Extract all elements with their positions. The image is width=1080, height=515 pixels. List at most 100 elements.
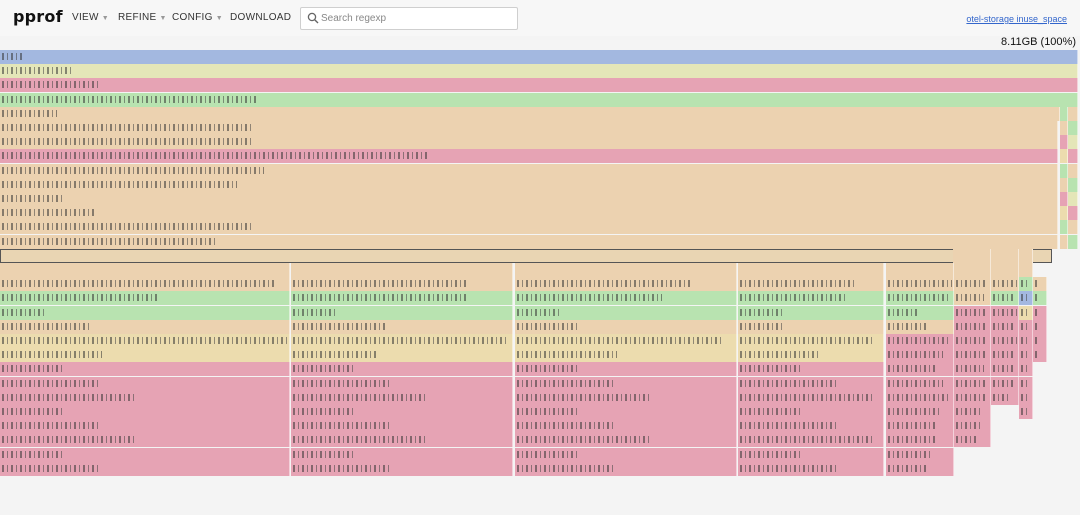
flame-frame[interactable]	[738, 390, 884, 405]
flame-frame[interactable]	[886, 291, 954, 306]
flame-frame[interactable]	[1068, 121, 1078, 135]
flame-frame[interactable]	[738, 277, 884, 292]
flame-frame[interactable]	[1068, 163, 1078, 178]
flame-frame[interactable]	[738, 405, 884, 419]
flame-frame[interactable]	[1033, 334, 1047, 348]
flame-frame[interactable]	[291, 334, 513, 348]
flame-frame[interactable]	[515, 376, 737, 391]
flame-frame[interactable]	[0, 149, 1058, 164]
flame-frame[interactable]	[738, 362, 884, 377]
flame-frame[interactable]	[0, 390, 290, 405]
flame-frame[interactable]	[954, 319, 991, 334]
view-menu[interactable]: VIEW ▼	[72, 12, 109, 23]
flame-frame[interactable]	[738, 348, 884, 363]
flame-frame[interactable]	[738, 291, 884, 306]
flame-frame[interactable]	[954, 390, 991, 405]
flame-frame[interactable]	[0, 419, 290, 434]
flame-frame[interactable]	[738, 419, 884, 434]
flame-frame[interactable]	[886, 433, 954, 448]
flame-frame[interactable]	[291, 419, 513, 434]
flame-frame[interactable]	[0, 319, 290, 334]
flame-frame[interactable]	[1068, 135, 1078, 150]
flame-frame[interactable]	[0, 348, 290, 363]
flame-frame[interactable]	[991, 305, 1019, 320]
flame-frame[interactable]	[0, 447, 290, 462]
flame-frame[interactable]	[1068, 177, 1078, 192]
flame-frame[interactable]	[0, 106, 1060, 121]
flame-frame[interactable]	[886, 277, 954, 292]
flame-frame[interactable]	[0, 433, 290, 448]
flame-frame[interactable]	[0, 206, 1058, 221]
flame-frame[interactable]	[515, 433, 737, 448]
flame-frame[interactable]	[1060, 121, 1068, 135]
refine-menu[interactable]: REFINE ▼	[118, 12, 167, 23]
flame-frame[interactable]	[0, 220, 1058, 235]
flame-frame[interactable]	[0, 376, 290, 391]
flame-frame[interactable]	[991, 376, 1019, 391]
profile-link[interactable]: otel-storage inuse_space	[966, 14, 1067, 24]
flame-frame[interactable]	[954, 348, 991, 363]
flame-frame[interactable]	[1033, 305, 1047, 320]
flame-frame[interactable]	[291, 390, 513, 405]
flame-frame[interactable]	[1060, 192, 1068, 206]
closure-frame[interactable]	[0, 248, 1052, 263]
flame-frame[interactable]	[0, 461, 290, 476]
flame-frame[interactable]	[291, 405, 513, 419]
flame-frame[interactable]	[515, 277, 737, 292]
flame-frame[interactable]	[1060, 163, 1068, 178]
flame-frame[interactable]	[991, 277, 1019, 292]
flame-frame[interactable]	[738, 334, 884, 348]
flame-frame[interactable]	[886, 305, 954, 320]
flame-frame[interactable]	[886, 362, 954, 377]
handler-frame[interactable]	[0, 263, 290, 277]
closure-frame[interactable]	[953, 248, 991, 263]
flame-frame[interactable]	[515, 405, 737, 419]
flame-frame[interactable]	[291, 305, 513, 320]
flame-frame[interactable]	[886, 390, 954, 405]
flame-frame[interactable]	[515, 362, 737, 377]
flame-frame[interactable]	[291, 447, 513, 462]
flame-frame[interactable]	[738, 376, 884, 391]
flame-frame[interactable]	[886, 319, 954, 334]
flame-frame[interactable]	[515, 291, 737, 306]
flame-frame[interactable]	[0, 50, 1078, 64]
flame-frame[interactable]	[291, 433, 513, 448]
flame-frame[interactable]	[0, 121, 1058, 135]
flame-frame[interactable]	[0, 362, 290, 377]
flame-frame[interactable]	[291, 376, 513, 391]
flame-frame[interactable]	[1068, 206, 1078, 221]
flame-frame[interactable]	[886, 405, 954, 419]
handler-frame[interactable]	[515, 263, 737, 277]
flame-frame[interactable]	[515, 461, 737, 476]
flame-frame[interactable]	[515, 319, 737, 334]
flame-frame[interactable]	[886, 334, 954, 348]
handler-frame[interactable]	[738, 263, 884, 277]
download-menu[interactable]: DOWNLOAD	[230, 12, 291, 23]
flame-frame[interactable]	[954, 419, 991, 434]
flame-frame[interactable]	[886, 348, 954, 363]
flame-frame[interactable]	[1033, 277, 1047, 292]
flame-frame[interactable]	[954, 334, 991, 348]
flame-frame[interactable]	[954, 277, 991, 292]
flame-frame[interactable]	[0, 177, 1058, 192]
flame-frame[interactable]	[0, 78, 1078, 93]
handler-frame[interactable]	[291, 263, 513, 277]
flame-frame[interactable]	[291, 319, 513, 334]
flame-frame[interactable]	[0, 334, 290, 348]
flame-frame[interactable]	[1019, 277, 1033, 292]
flame-frame[interactable]	[291, 362, 513, 377]
flame-frame[interactable]	[1068, 192, 1078, 206]
flame-frame[interactable]	[738, 461, 884, 476]
flame-frame[interactable]	[1060, 149, 1068, 164]
flame-frame[interactable]	[0, 192, 1058, 206]
flame-frame[interactable]	[0, 92, 1078, 107]
flame-frame[interactable]	[886, 376, 954, 391]
flame-frame[interactable]	[1068, 106, 1078, 121]
flame-frame[interactable]	[1060, 220, 1068, 235]
flame-frame[interactable]	[738, 447, 884, 462]
flame-frame[interactable]	[0, 163, 1058, 178]
flame-frame[interactable]	[1060, 106, 1068, 121]
flame-frame[interactable]	[515, 390, 737, 405]
closure-frame[interactable]	[991, 248, 1019, 263]
flame-frame[interactable]	[954, 362, 991, 377]
